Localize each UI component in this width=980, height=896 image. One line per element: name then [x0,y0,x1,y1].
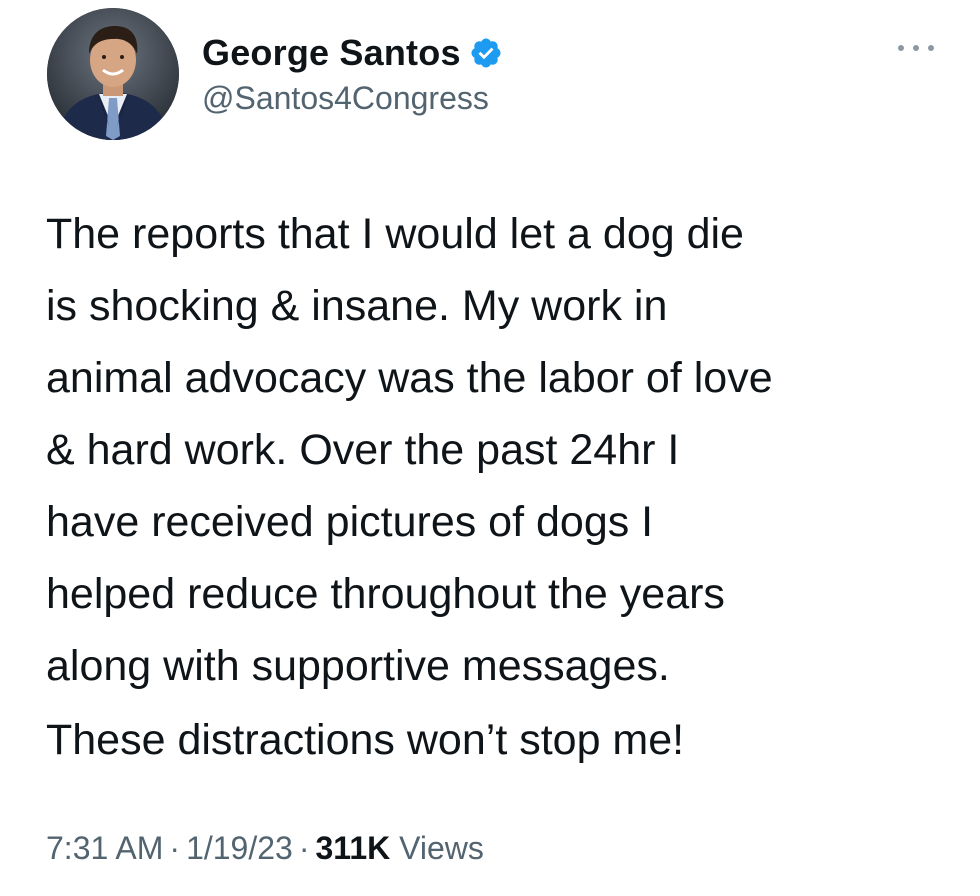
more-options-icon[interactable] [898,38,934,58]
tweet-text-line: along with supportive messages. [46,642,670,690]
more-dot [928,45,934,51]
tweet-date[interactable]: 1/19/23 [186,830,293,866]
profile-avatar[interactable] [47,8,179,140]
views-label: Views [399,830,484,866]
verified-badge-icon [469,36,503,70]
tweet-text-line: The reports that I would let a dog die [46,210,744,258]
more-dot [913,45,919,51]
author-name-row: George Santos [202,30,503,76]
tweet-text-line: helped reduce throughout the years [46,570,725,618]
tweet-text: The reports that I would let a dog die i… [46,198,956,702]
tweet-closing-text: These distractions won’t stop me! [46,716,685,764]
tweet-text-line: is shocking & insane. My work in [46,282,668,330]
avatar-image [47,8,179,140]
views-count[interactable]: 311K [315,830,390,866]
tweet-card: George Santos @Santos4Congress The repor… [0,0,980,896]
tweet-meta: 7:31 AM · 1/19/23 · 311K Views [46,830,484,867]
tweet-text-line: animal advocacy was the labor of love [46,354,773,402]
meta-separator: · [298,830,310,866]
author-handle[interactable]: @Santos4Congress [202,80,489,117]
tweet-text-line: & hard work. Over the past 24hr I [46,426,680,474]
tweet-time[interactable]: 7:31 AM [46,830,163,866]
author-display-name[interactable]: George Santos [202,32,461,74]
tweet-text-line: have received pictures of dogs I [46,498,654,546]
meta-separator: · [169,830,181,866]
more-dot [898,45,904,51]
